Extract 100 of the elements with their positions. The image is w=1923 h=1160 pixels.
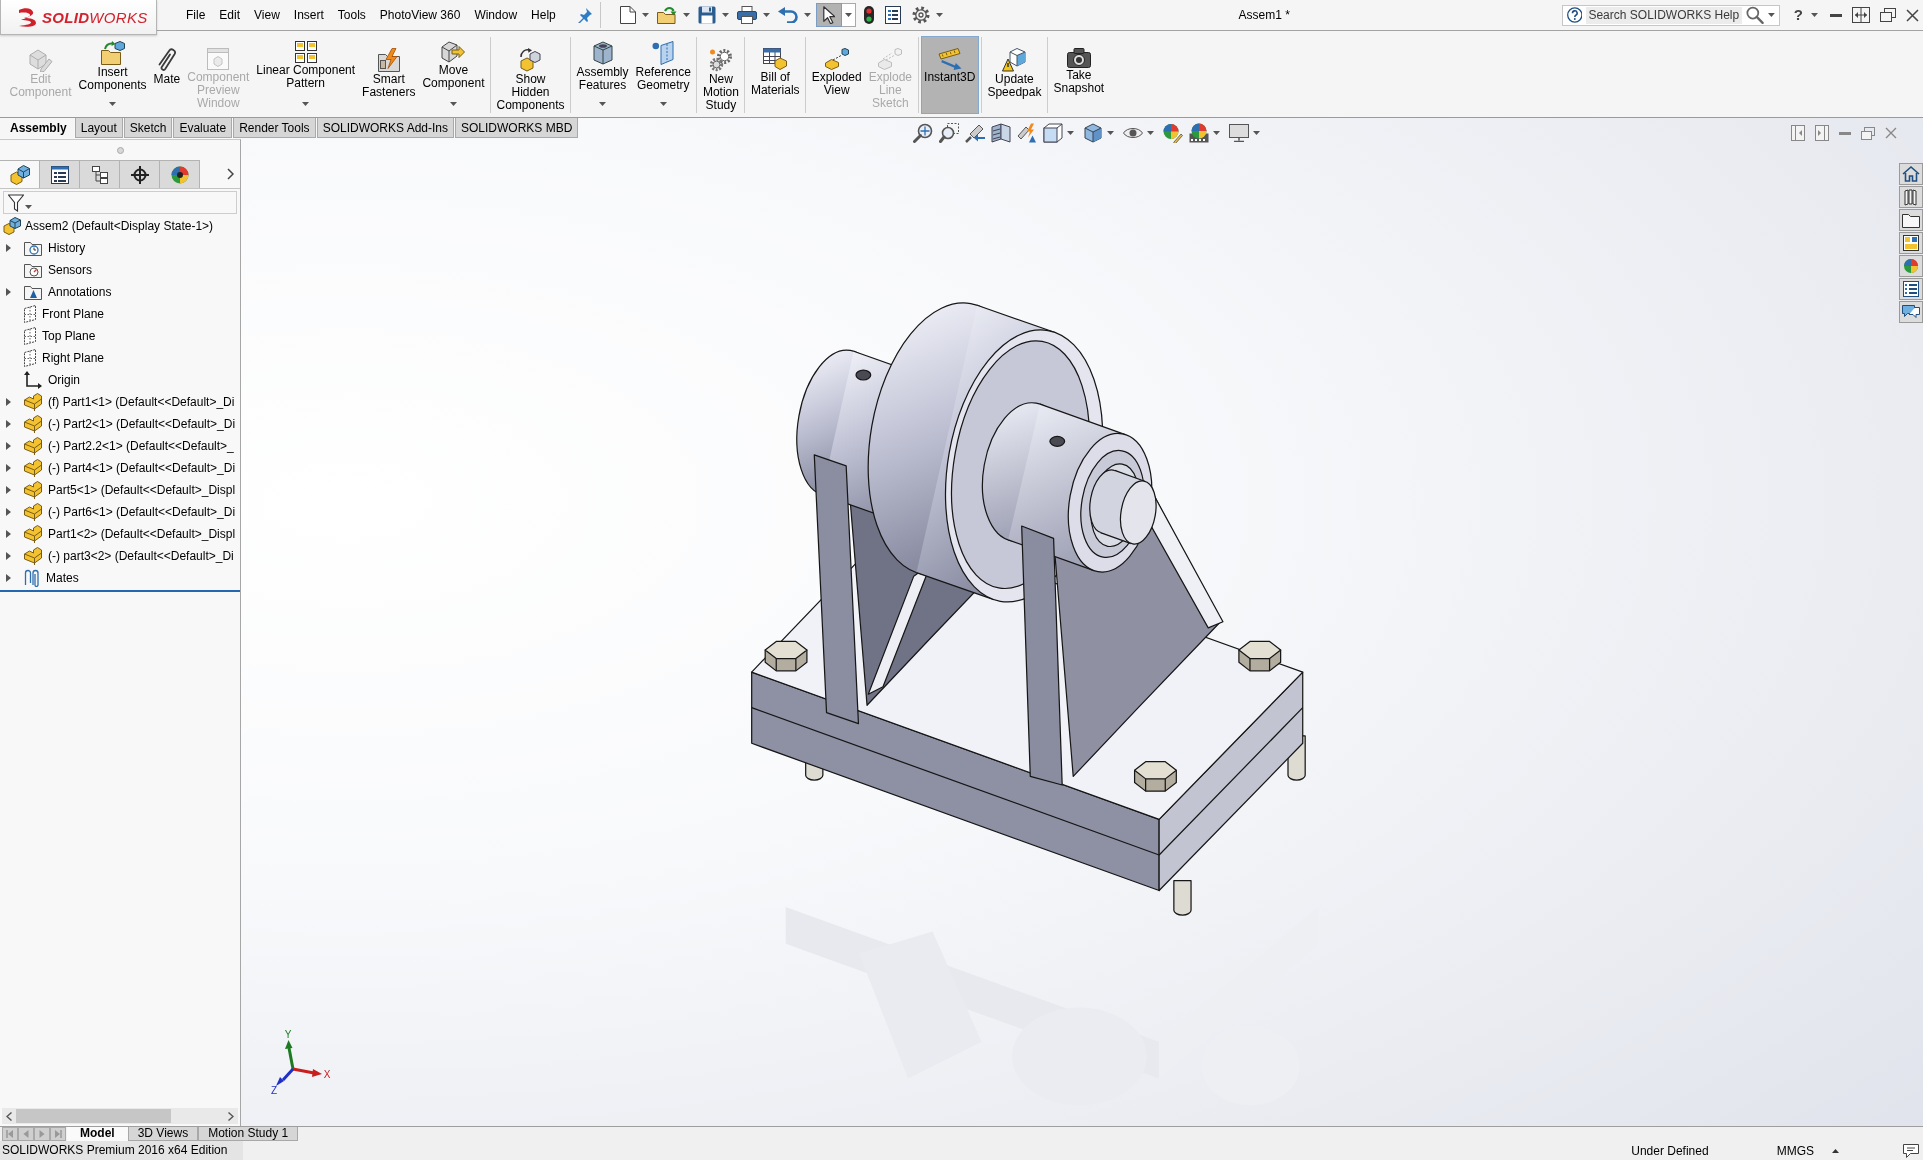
fit-width-icon[interactable]	[1852, 7, 1870, 23]
zoom-to-fit-icon[interactable]	[913, 123, 933, 143]
caret-icon[interactable]	[1768, 13, 1775, 17]
ribbon-tab[interactable]: Render Tools	[233, 118, 316, 138]
view-palette-icon[interactable]	[1899, 232, 1923, 254]
tree-item[interactable]: Front Plane	[42, 307, 105, 321]
reference-geometry-button[interactable]: Reference Geometry	[632, 36, 695, 114]
insert-components-button[interactable]: Insert Components	[75, 36, 151, 114]
view-cube-icon[interactable]	[1043, 123, 1063, 143]
view-tab[interactable]: 3D Views	[127, 1127, 199, 1141]
filter-icon[interactable]	[8, 193, 24, 212]
expand-arrow-icon[interactable]	[6, 486, 11, 494]
tree-item[interactable]: Part5<1> (Default<<Default>_Displ	[48, 483, 236, 497]
tree-item[interactable]: Mates	[46, 571, 79, 585]
instant3d-button[interactable]: Instant3D	[920, 36, 979, 114]
caret-icon[interactable]	[935, 13, 943, 17]
move-component-button[interactable]: Move Component	[418, 36, 488, 114]
show-hidden-components-button[interactable]: Show Hidden Components	[492, 36, 568, 114]
caret-icon[interactable]	[1811, 13, 1818, 17]
menu-item[interactable]: View	[247, 7, 287, 23]
horizontal-scrollbar[interactable]	[2, 1108, 238, 1124]
expand-arrow-icon[interactable]	[6, 552, 11, 560]
tree-item[interactable]: (-) Part4<1> (Default<<Default>_Di	[48, 461, 236, 475]
menu-item[interactable]: Insert	[286, 7, 331, 23]
caret-icon[interactable]	[1253, 131, 1260, 135]
expand-arrow-icon[interactable]	[6, 398, 11, 406]
menu-item[interactable]: Tools	[330, 7, 373, 23]
ribbon-tab[interactable]: Evaluate	[173, 118, 233, 138]
filter-field[interactable]	[3, 191, 237, 214]
tree-item[interactable]: History	[48, 241, 86, 255]
grip-icon[interactable]	[116, 146, 124, 154]
expand-arrow-icon[interactable]	[6, 288, 11, 296]
menu-item[interactable]: File	[179, 7, 213, 23]
restore-icon[interactable]	[1880, 8, 1896, 22]
chevron-right-icon[interactable]	[227, 168, 234, 180]
feature-tree-tab[interactable]	[0, 160, 40, 188]
exploded-view-button[interactable]: Exploded View	[808, 36, 866, 114]
home-icon[interactable]	[1899, 163, 1923, 185]
tree-item[interactable]: Assem2 (Default<Display State-1>)	[25, 219, 214, 233]
scroll-right-icon[interactable]	[228, 1111, 234, 1121]
tree-item[interactable]: Origin	[48, 373, 80, 387]
dimxpert-manager-tab[interactable]	[120, 160, 160, 188]
tree-item[interactable]: Top Plane	[42, 329, 96, 343]
cursor-icon[interactable]	[815, 3, 842, 27]
tree-item[interactable]: (-) Part2.2<1> (Default<<Default>_	[48, 439, 234, 453]
ribbon-tab[interactable]: SOLIDWORKS Add-Ins	[316, 118, 454, 138]
update-speedpak-button[interactable]: Update Speedpak	[983, 36, 1045, 114]
chat-icon[interactable]	[1899, 301, 1923, 323]
expand-arrow-icon[interactable]	[6, 508, 11, 516]
eye-icon[interactable]	[1123, 126, 1143, 140]
view-tab[interactable]: Motion Study 1	[198, 1127, 299, 1141]
caret-icon[interactable]	[1147, 131, 1154, 135]
expand-arrow-icon[interactable]	[6, 244, 11, 252]
take-snapshot-button[interactable]: Take Snapshot	[1049, 36, 1108, 114]
panel-right-icon[interactable]	[1815, 125, 1829, 141]
close-icon[interactable]	[1906, 8, 1919, 22]
pin-icon[interactable]	[576, 7, 593, 23]
caret-icon[interactable]	[721, 13, 729, 17]
speech-bubble-icon[interactable]	[1903, 1143, 1919, 1158]
new-motion-study-button[interactable]: New Motion Study	[699, 36, 743, 114]
units-button[interactable]: MMGS	[1776, 1143, 1814, 1158]
help-button[interactable]: ?	[1791, 6, 1805, 24]
ribbon-tab[interactable]: Assembly	[0, 118, 74, 138]
tree-item[interactable]: Sensors	[48, 263, 93, 277]
caret-icon[interactable]	[641, 13, 649, 17]
mate-button[interactable]: Mate	[150, 36, 184, 114]
tree-item[interactable]: (f) Part1<1> (Default<<Default>_Di	[48, 395, 235, 409]
caret-icon[interactable]	[25, 205, 32, 209]
tree-item[interactable]: Right Plane	[42, 351, 105, 365]
display-manager-tab[interactable]	[160, 160, 200, 188]
skip-to-start-icon[interactable]	[2, 1127, 18, 1141]
folder-icon[interactable]	[1899, 209, 1923, 231]
ribbon-tab[interactable]: Layout	[74, 118, 123, 138]
menu-item[interactable]: PhotoView 360	[372, 7, 468, 23]
expand-arrow-icon[interactable]	[6, 420, 11, 428]
zoom-area-icon[interactable]	[939, 123, 959, 143]
linear-component-pattern-button[interactable]: Linear Component Pattern	[252, 36, 359, 114]
tree-item[interactable]: Part1<2> (Default<<Default>_Displ	[48, 527, 236, 541]
annotation-view-icon[interactable]	[1017, 123, 1037, 143]
expand-arrow-icon[interactable]	[6, 464, 11, 472]
caret-icon[interactable]	[1107, 131, 1114, 135]
caret-icon[interactable]	[1213, 131, 1220, 135]
expand-arrow-icon[interactable]	[6, 442, 11, 450]
panel-left-icon[interactable]	[1791, 125, 1805, 141]
caret-icon[interactable]	[682, 13, 690, 17]
assembly-features-button[interactable]: Assembly Features	[573, 36, 633, 114]
scroll-left-icon[interactable]	[6, 1111, 12, 1121]
caret-icon[interactable]	[803, 13, 811, 17]
view-tab[interactable]: Model	[67, 1127, 128, 1141]
minimize-icon[interactable]	[1830, 13, 1842, 17]
tree-item[interactable]: (-) part3<2> (Default<<Default>_Di	[48, 549, 234, 563]
caret-icon[interactable]	[762, 13, 770, 17]
menu-item[interactable]: Edit	[212, 7, 248, 23]
caret-up-icon[interactable]	[1832, 1148, 1839, 1153]
shaded-cube-icon[interactable]	[1083, 123, 1103, 143]
scrollbar-thumb[interactable]	[16, 1109, 171, 1123]
expand-arrow-icon[interactable]	[6, 530, 11, 538]
properties-list-icon[interactable]	[1899, 278, 1923, 300]
caret-icon[interactable]	[1067, 131, 1074, 135]
expand-arrow-icon[interactable]	[6, 574, 11, 582]
